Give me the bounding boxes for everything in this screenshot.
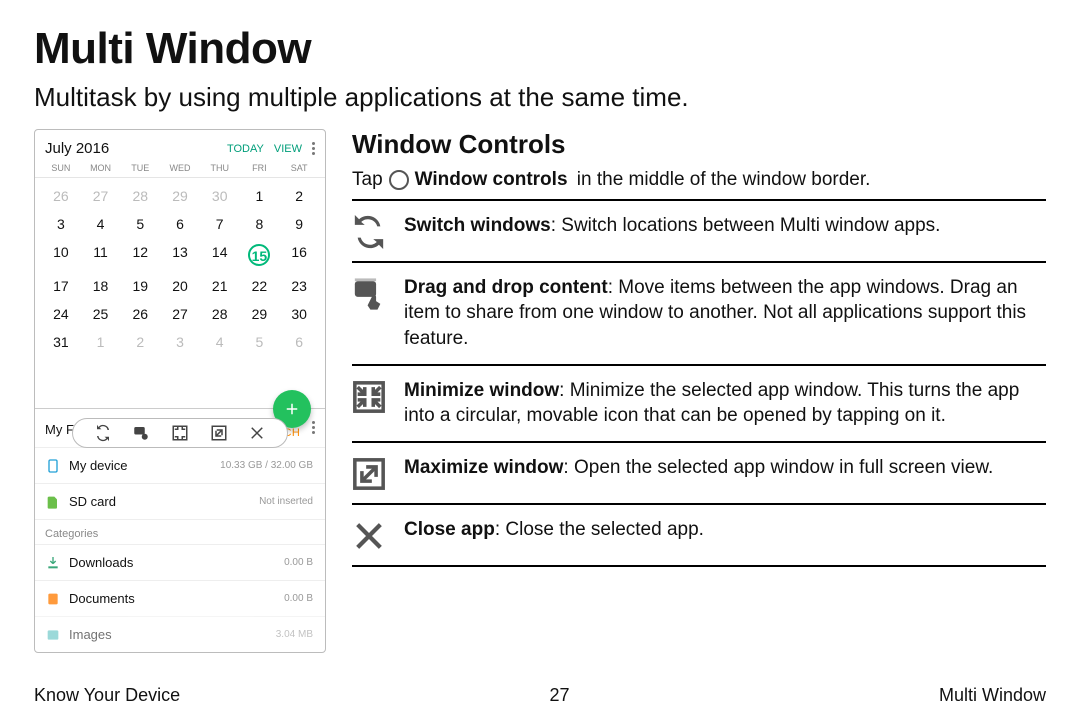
document-icon bbox=[45, 591, 61, 607]
overflow-menu-icon[interactable] bbox=[312, 419, 315, 436]
calendar-dow-row: SUNMONTUEWEDTHUFRISAT bbox=[35, 163, 325, 178]
minimize-window-icon bbox=[352, 380, 386, 414]
section-heading: Window Controls bbox=[352, 129, 1046, 160]
sd-card-icon bbox=[45, 494, 61, 510]
definition-minimize: Minimize window: Minimize the selected a… bbox=[352, 366, 1046, 443]
footer-section: Know Your Device bbox=[34, 685, 180, 706]
drag-and-drop-icon[interactable] bbox=[132, 424, 150, 442]
myfiles-category-row[interactable]: Documents 0.00 B bbox=[35, 580, 325, 616]
close-app-icon bbox=[352, 519, 386, 553]
page-subtitle: Multitask by using multiple applications… bbox=[34, 82, 1046, 113]
myfiles-category-row[interactable]: Downloads 0.00 B bbox=[35, 544, 325, 580]
maximize-window-icon bbox=[352, 457, 386, 491]
drag-and-drop-icon bbox=[352, 277, 386, 311]
window-controls-handle[interactable] bbox=[72, 418, 288, 448]
myfiles-storage-row[interactable]: SD card Not inserted bbox=[35, 483, 325, 519]
calendar-today-link[interactable]: TODAY bbox=[227, 143, 264, 155]
plus-icon bbox=[283, 400, 301, 418]
window-controls-handle-icon bbox=[389, 170, 409, 190]
page-title: Multi Window bbox=[34, 24, 1046, 74]
section-intro: Tap Window controls in the middle of the… bbox=[352, 168, 1046, 193]
device-screenshot: July 2016 TODAY VIEW SUNMONTUEWEDTHUFRIS… bbox=[34, 129, 326, 653]
definition-maximize: Maximize window: Open the selected app w… bbox=[352, 443, 1046, 505]
minimize-window-icon[interactable] bbox=[171, 424, 189, 442]
maximize-window-icon[interactable] bbox=[210, 424, 228, 442]
myfiles-storage-row[interactable]: My device 10.33 GB / 32.00 GB bbox=[35, 447, 325, 483]
myfiles-category-row[interactable]: Images 3.04 MB bbox=[35, 616, 325, 652]
switch-windows-icon bbox=[352, 215, 386, 249]
image-icon bbox=[45, 627, 61, 643]
device-icon bbox=[45, 458, 61, 474]
overflow-menu-icon[interactable] bbox=[312, 140, 315, 157]
calendar-month: July 2016 bbox=[45, 140, 109, 157]
calendar-grid: 262728293012 3456789 10111213141516 1718… bbox=[35, 178, 325, 386]
switch-windows-icon[interactable] bbox=[94, 424, 112, 442]
close-app-icon[interactable] bbox=[248, 424, 266, 442]
definition-close: Close app: Close the selected app. bbox=[352, 505, 1046, 567]
download-icon bbox=[45, 555, 61, 571]
myfiles-categories-label: Categories bbox=[35, 519, 325, 544]
footer-topic: Multi Window bbox=[939, 685, 1046, 706]
definition-drag-drop: Drag and drop content: Move items betwee… bbox=[352, 263, 1046, 366]
footer-page-number: 27 bbox=[550, 685, 570, 706]
definition-switch-windows: Switch windows: Switch locations between… bbox=[352, 201, 1046, 263]
calendar-view-link[interactable]: VIEW bbox=[274, 143, 302, 155]
calendar-today-cell[interactable]: 15 bbox=[248, 244, 270, 266]
